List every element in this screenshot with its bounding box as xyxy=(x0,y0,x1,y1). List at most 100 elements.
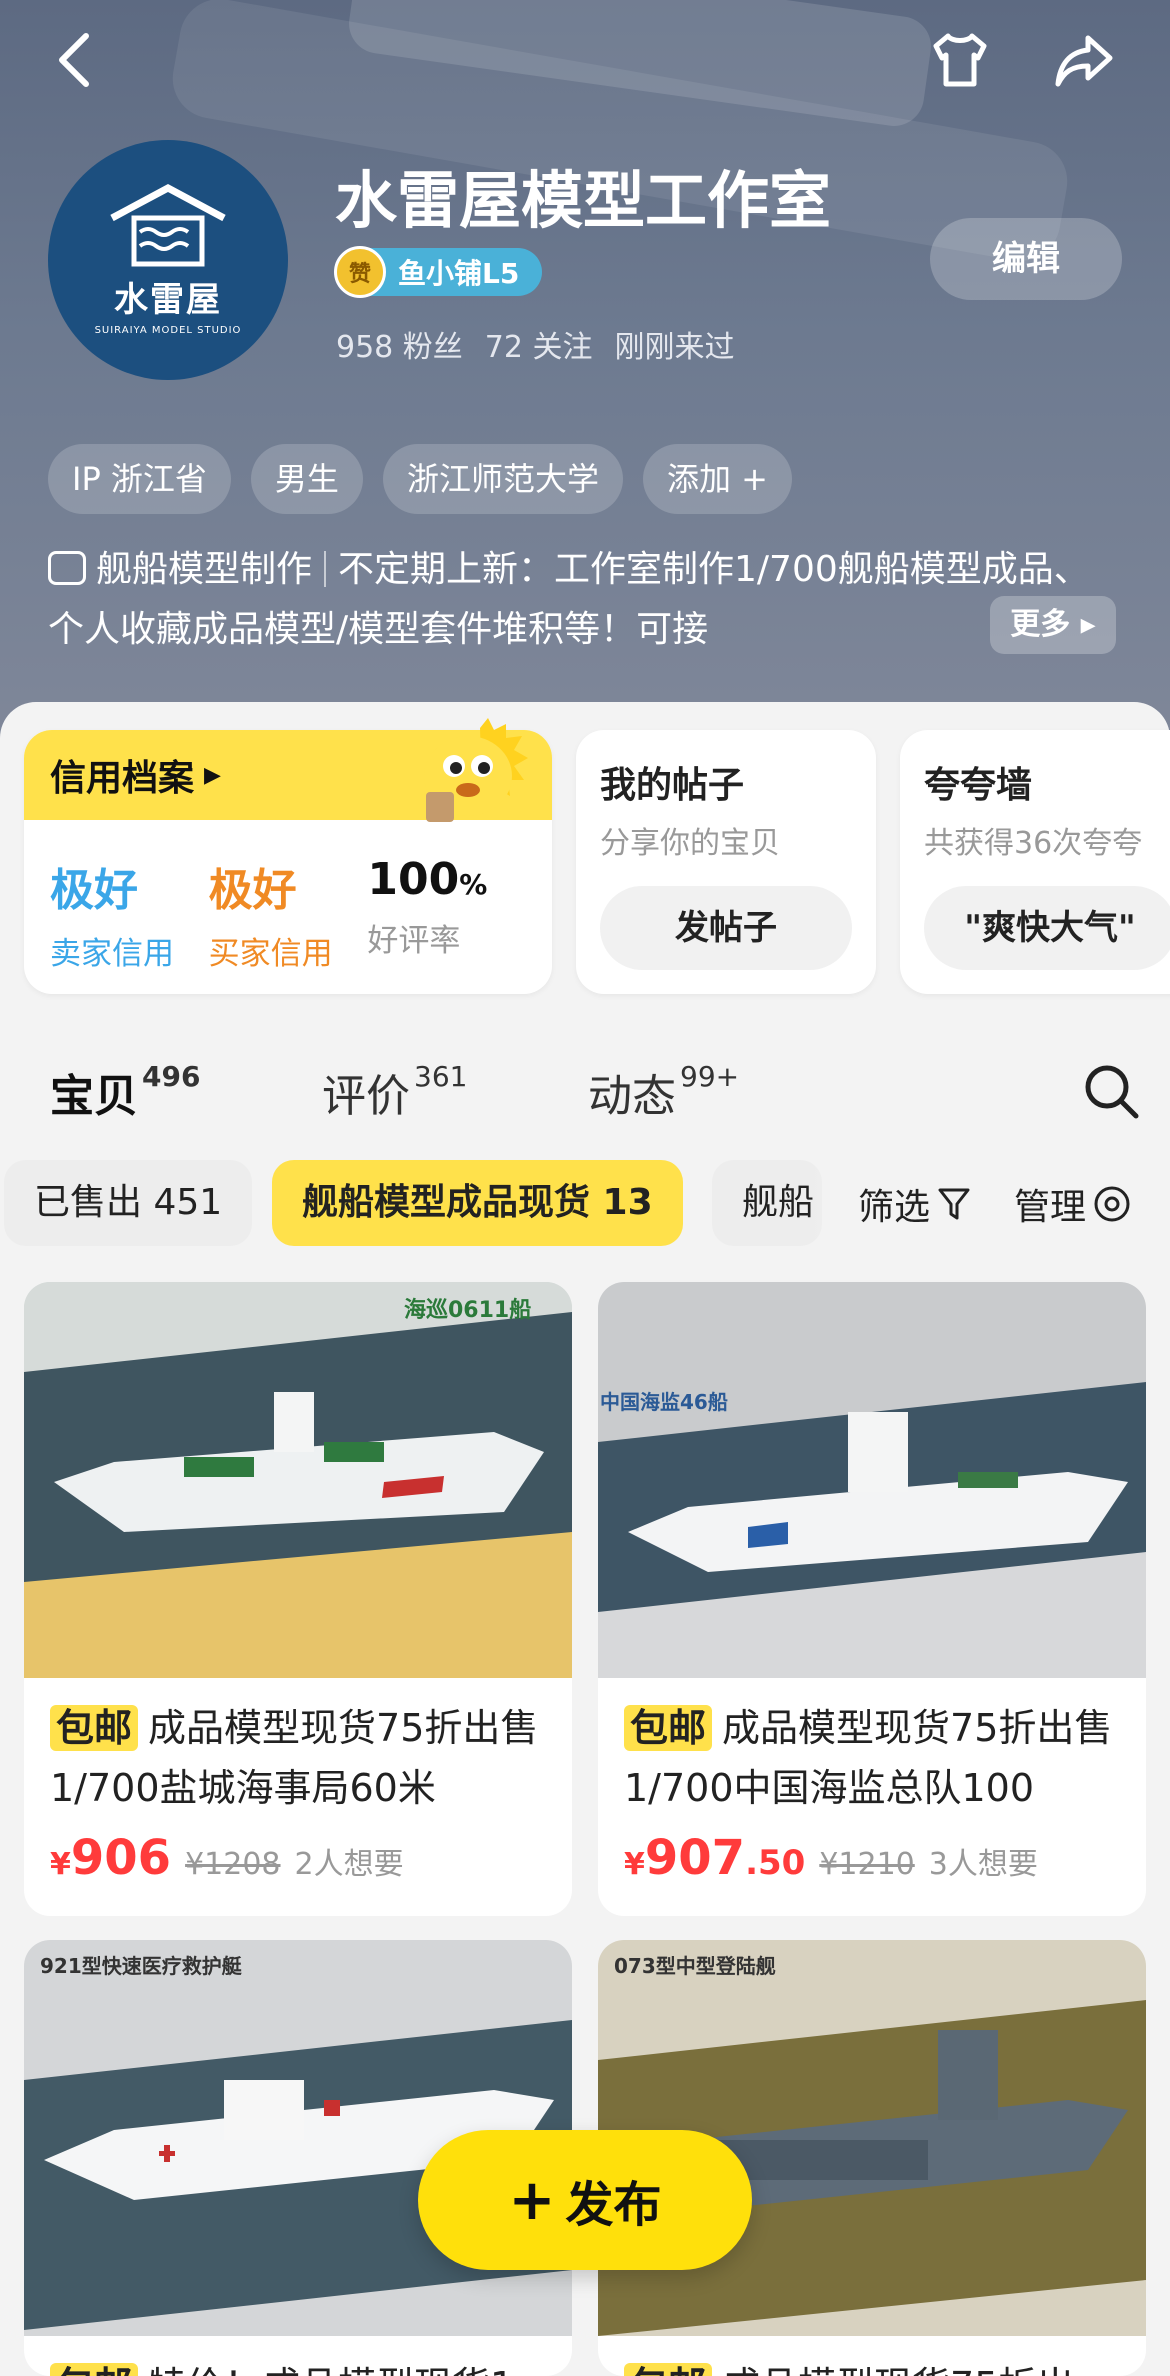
want-count: 2人想要 xyxy=(294,1847,404,1882)
fans-count[interactable]: 958 粉丝 xyxy=(336,322,463,366)
original-price: ¥1208 xyxy=(185,1847,281,1882)
credit-title: 信用档案 xyxy=(50,758,195,799)
want-count: 3人想要 xyxy=(928,1847,1038,1882)
theme-button[interactable] xyxy=(928,28,992,92)
back-button[interactable] xyxy=(46,28,110,92)
praise-wall-card[interactable]: 夸夸墙 共获得36次夸夸 "爽快大气" xyxy=(900,730,1170,994)
manage-label: 管理 xyxy=(1014,1187,1087,1228)
product-title[interactable]: 包邮 成品模型现货75折出售 1/700中国海监总队100 xyxy=(624,1698,1120,1818)
positive-rate-value: 100% xyxy=(367,854,526,905)
price-integer: 907 xyxy=(644,1830,746,1886)
price-integer: 906 xyxy=(70,1830,172,1886)
chevron-left-icon xyxy=(59,33,89,87)
product-title-text: 成品模型现货75折出 xyxy=(722,2364,1074,2376)
publish-button[interactable]: + 发布 xyxy=(418,2130,752,2270)
tab-reviews-label: 评价 xyxy=(322,1071,410,1122)
praise-coin-icon: 赞 xyxy=(334,246,386,298)
tag-gender: 男生 xyxy=(250,444,363,514)
ship-model-photo xyxy=(24,1282,572,1678)
last-seen: 刚刚来过 xyxy=(614,330,735,365)
bio-more-button[interactable]: 更多 ▸ xyxy=(990,596,1116,654)
seller-credit-label: 卖家信用 xyxy=(50,936,174,972)
caret-right-icon: ▶ xyxy=(204,762,221,788)
product-title[interactable]: 包邮成品模型现货75折出 xyxy=(624,2356,1120,2376)
following-count[interactable]: 72 关注 xyxy=(485,322,593,366)
share-arrow-icon xyxy=(1055,35,1113,87)
product-title-text: 特价！成品模型现货1 xyxy=(148,2364,514,2376)
product-price: ¥906 xyxy=(50,1830,171,1886)
level-label: 鱼小铺L5 xyxy=(398,257,520,290)
logo-text: 水雷屋 xyxy=(114,280,222,320)
product-title[interactable]: 包邮特价！成品模型现货1 xyxy=(50,2356,546,2376)
settings-icon xyxy=(1094,1186,1130,1222)
product-card[interactable]: 海巡0611船 包邮 成品模型现货75折出售 1/700盐城海事局60米 ¥906… xyxy=(24,1282,572,1916)
product-price: ¥907.50 xyxy=(624,1830,805,1886)
praise-title: 夸夸墙 xyxy=(924,765,1033,806)
tag-school: 浙江师范大学 xyxy=(382,444,623,514)
filter-button[interactable]: 筛选 xyxy=(858,1178,972,1230)
mascot-fish-icon xyxy=(424,718,528,822)
plus-icon: + xyxy=(508,2167,556,2233)
search-icon[interactable] xyxy=(1082,1062,1140,1120)
add-tag-button[interactable]: 添加 + xyxy=(642,444,792,514)
product-image-caption: 921型快速医疗救护艇 xyxy=(40,1954,242,1978)
shop-avatar[interactable]: 水雷屋 SUIRAIYA MODEL STUDIO xyxy=(48,140,288,380)
product-title[interactable]: 包邮 成品模型现货75折出售 1/700盐城海事局60米 xyxy=(50,1698,546,1818)
tab-items-label: 宝贝 xyxy=(50,1060,138,1124)
chip-ships[interactable]: 舰船 xyxy=(712,1160,822,1246)
create-post-button[interactable]: 发帖子 xyxy=(600,886,852,970)
chip-sold[interactable]: 已售出 451 xyxy=(4,1160,253,1246)
price-row: ¥907.50 ¥1210 3人想要 xyxy=(624,1830,1120,1886)
product-image-caption: 中国海监46船 xyxy=(600,1390,728,1414)
product-card[interactable]: 中国海监46船 包邮 成品模型现货75折出售 1/700中国海监总队100 ¥90… xyxy=(598,1282,1146,1916)
posts-subtitle: 分享你的宝贝 xyxy=(600,826,780,861)
tab-items[interactable]: 宝贝 496 xyxy=(50,1060,200,1124)
tab-items-count: 496 xyxy=(142,1060,201,1093)
publish-label: 发布 xyxy=(565,2177,662,2233)
praise-keyword-button[interactable]: "爽快大气" xyxy=(924,886,1170,970)
buyer-credit: 极好 买家信用 xyxy=(209,854,368,973)
tab-reviews-count: 361 xyxy=(414,1060,468,1093)
shop-stats: 958 粉丝 72 关注 刚刚来过 xyxy=(336,322,735,366)
ship-model-photo xyxy=(598,1282,1146,1678)
product-info: 包邮 成品模型现货75折出售 1/700盐城海事局60米 ¥906 ¥1208 2… xyxy=(24,1678,572,1886)
positive-rate: 100% 好评率 xyxy=(367,854,526,973)
tab-reviews[interactable]: 评价 361 xyxy=(322,1060,467,1124)
shop-bio: 舰船模型制作 不定期上新：工作室制作1/700舰船模型成品、个人收藏成品模型/模型… xyxy=(48,540,1118,660)
manage-button[interactable]: 管理 xyxy=(1014,1178,1132,1230)
rate-number: 100 xyxy=(367,854,460,905)
price-row: ¥906 ¥1208 2人想要 xyxy=(50,1830,546,1886)
praise-subtitle: 共获得36次夸夸 xyxy=(924,826,1143,861)
free-shipping-badge: 包邮 xyxy=(50,1705,139,1751)
rate-unit: % xyxy=(459,868,488,901)
chip-ship-models[interactable]: 舰船模型成品现货 13 xyxy=(272,1160,683,1246)
logo-subtext: SUIRAIYA MODEL STUDIO xyxy=(94,325,242,336)
posts-title: 我的帖子 xyxy=(600,765,745,806)
funnel-icon xyxy=(938,1188,970,1220)
tag-ip: IP 浙江省 xyxy=(48,444,231,514)
tag-list: IP 浙江省 男生 浙江师范大学 添加 + xyxy=(48,444,792,514)
product-image-caption: 073型中型登陆舰 xyxy=(614,1954,776,1978)
share-button[interactable] xyxy=(1052,28,1116,92)
tab-activity[interactable]: 动态 99+ xyxy=(588,1060,739,1124)
credit-stats: 极好 卖家信用 极好 买家信用 100% 好评率 xyxy=(24,820,552,973)
bio-divider xyxy=(324,551,327,587)
product-image-caption: 海巡0611船 xyxy=(404,1298,532,1323)
product-info: 包邮特价！成品模型现货1 xyxy=(24,2336,572,2376)
free-shipping-badge: 包邮 xyxy=(624,2363,713,2376)
house-logo-icon xyxy=(110,184,226,267)
product-image[interactable]: 中国海监46船 xyxy=(598,1282,1146,1678)
product-image[interactable]: 海巡0611船 xyxy=(24,1282,572,1678)
edit-button[interactable]: 编辑 xyxy=(930,218,1122,300)
tab-activity-count: 99+ xyxy=(680,1060,740,1093)
tab-activity-label: 动态 xyxy=(588,1071,676,1122)
buyer-credit-value: 极好 xyxy=(208,865,297,916)
my-posts-card[interactable]: 我的帖子 分享你的宝贝 发帖子 xyxy=(576,730,876,994)
seller-credit: 极好 卖家信用 xyxy=(50,854,209,973)
free-shipping-badge: 包邮 xyxy=(50,2363,139,2376)
tshirt-icon xyxy=(933,33,987,87)
product-info: 包邮成品模型现货75折出 xyxy=(598,2336,1146,2376)
level-badge[interactable]: 赞 鱼小铺L5 xyxy=(334,246,542,298)
product-info: 包邮 成品模型现货75折出售 1/700中国海监总队100 ¥907.50 ¥12… xyxy=(598,1678,1146,1886)
positive-rate-label: 好评率 xyxy=(367,923,461,959)
